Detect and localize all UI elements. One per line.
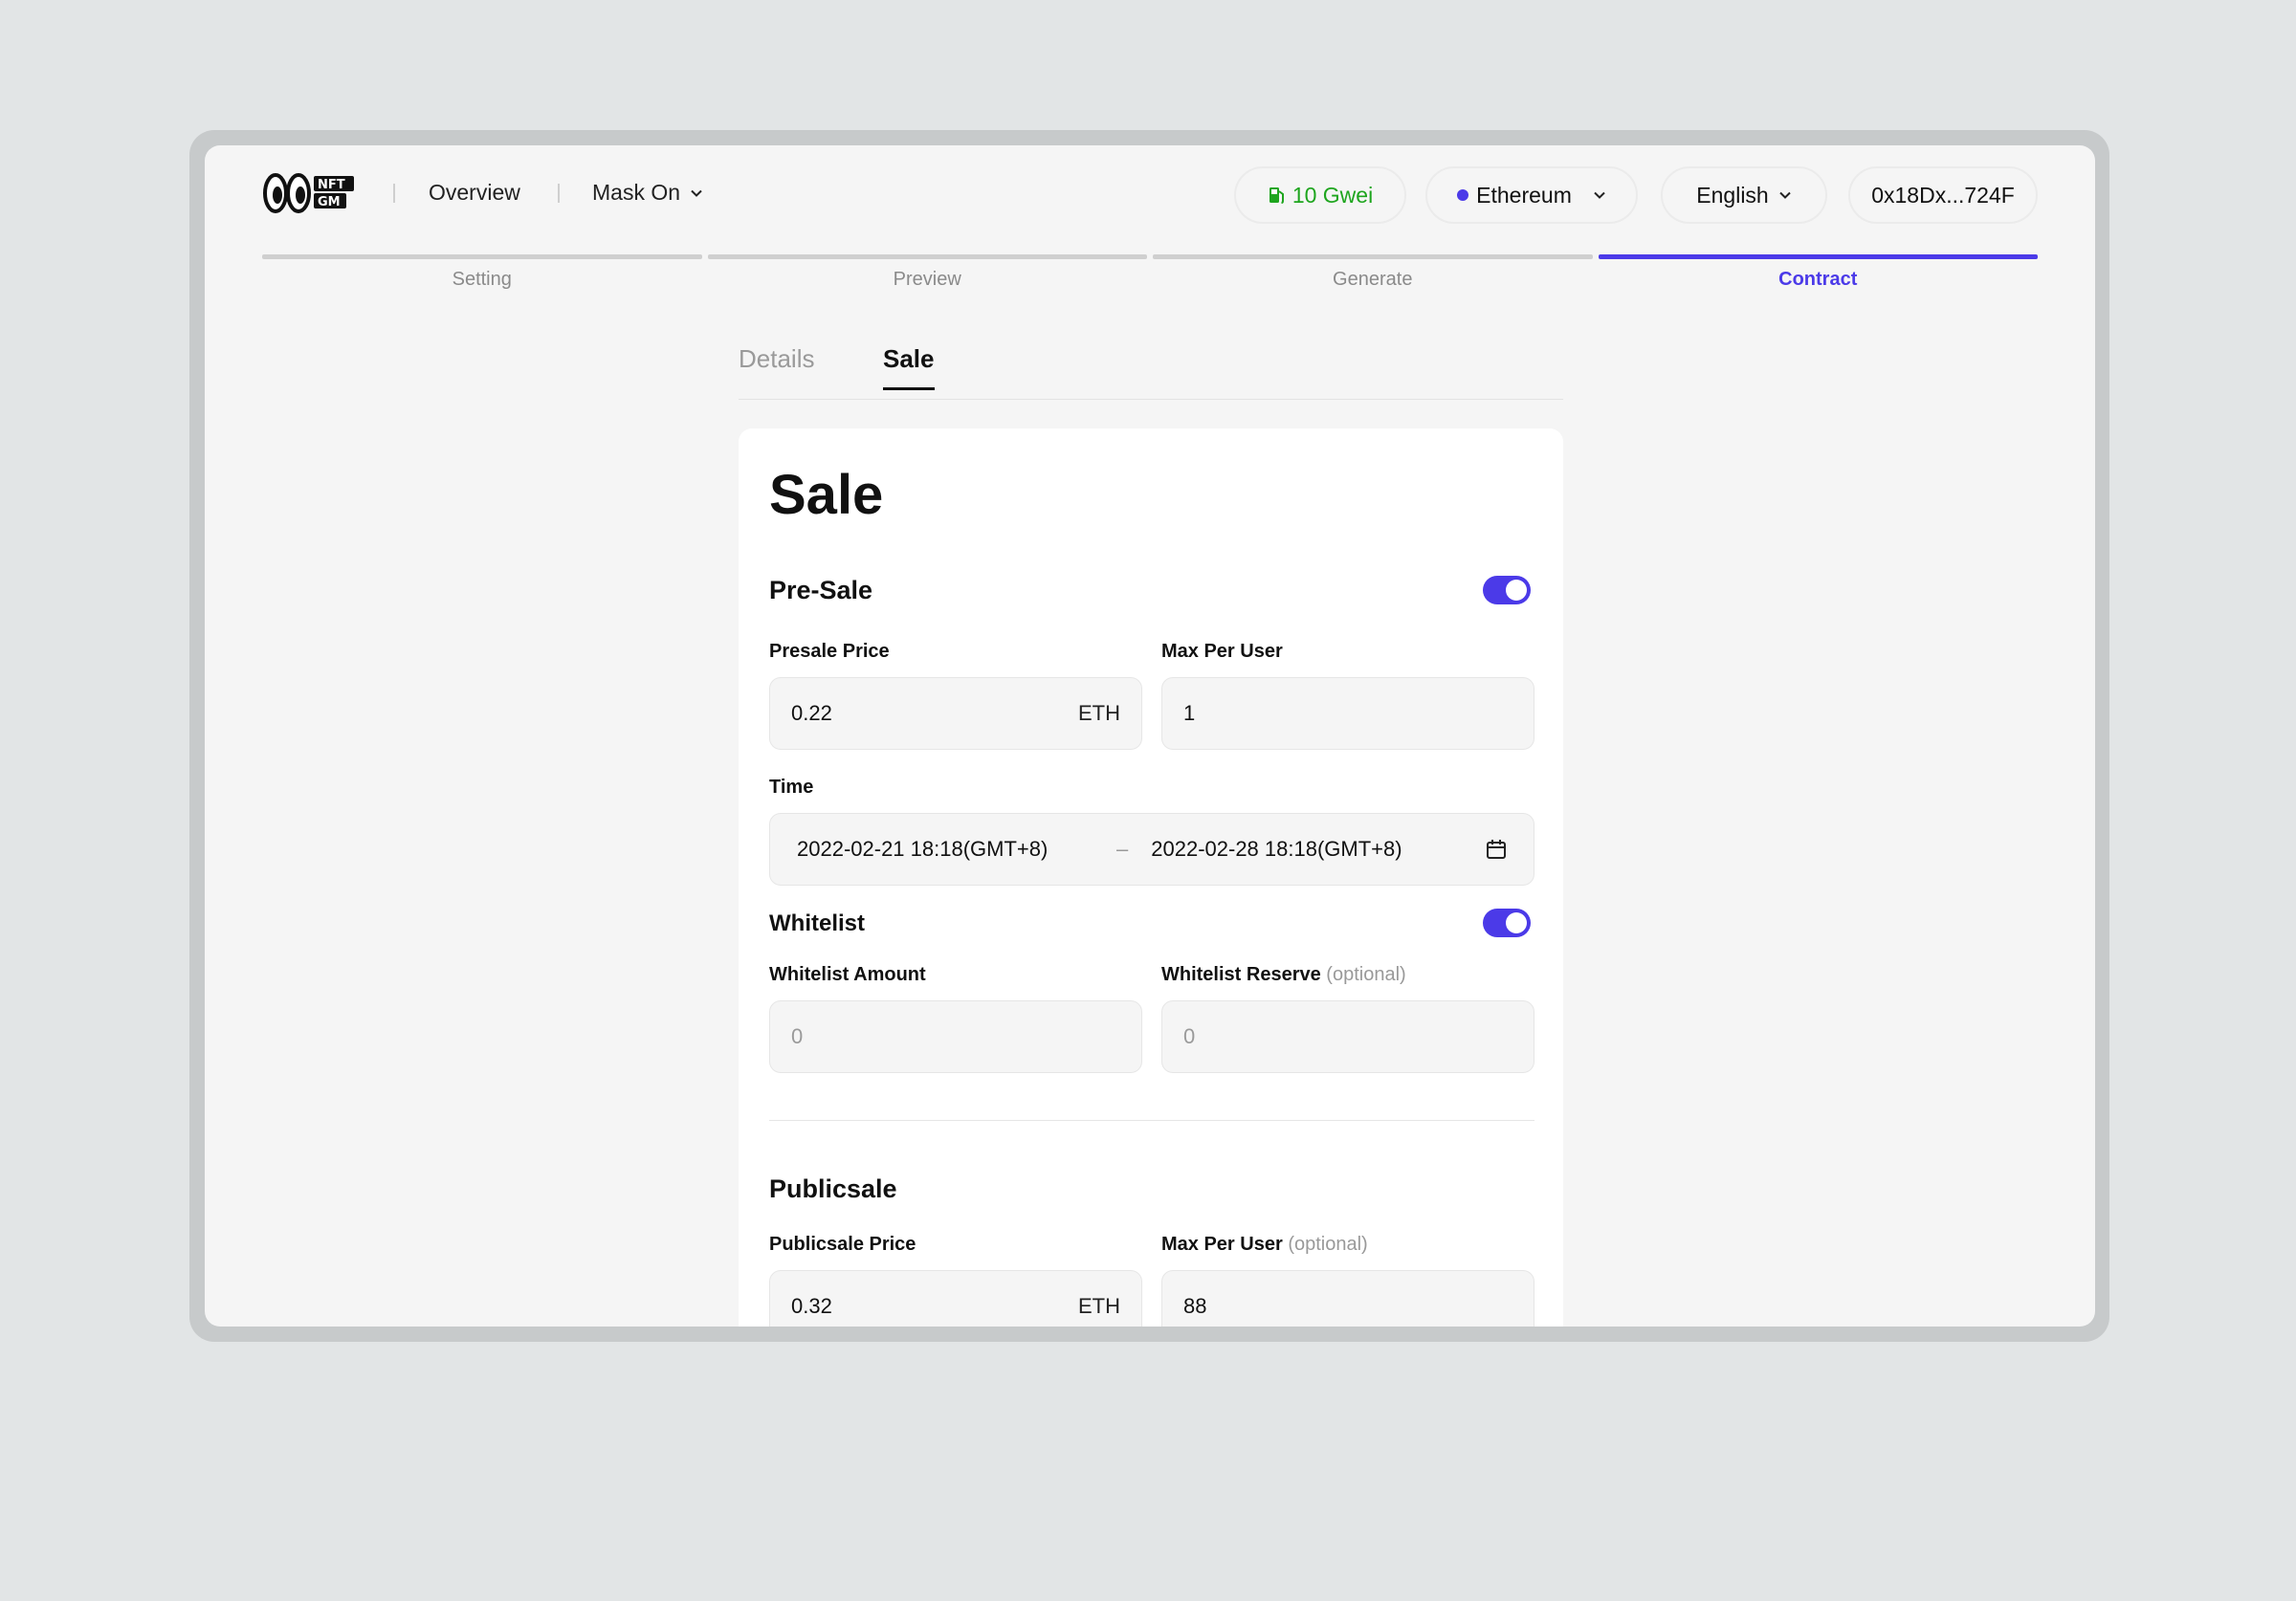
calendar-icon[interactable] (1486, 839, 1507, 860)
nav-mask-label: Mask On (592, 180, 681, 205)
svg-text:GM: GM (318, 195, 341, 209)
whitelist-reserve-input[interactable]: 0 (1161, 1000, 1534, 1073)
presale-toggle[interactable] (1483, 576, 1531, 604)
presale-price-label: Presale Price (769, 641, 890, 662)
presale-price-input[interactable]: 0.22 ETH (769, 677, 1142, 750)
language-selector[interactable]: English (1661, 166, 1827, 224)
card-title: Sale (769, 464, 884, 526)
whitelist-title: Whitelist (769, 910, 865, 936)
section-divider (769, 1120, 1534, 1121)
step-contract[interactable]: Contract (1598, 254, 2038, 291)
stepper: Setting Preview Generate Contract (262, 254, 2038, 291)
publicsale-price-value: 0.32 (791, 1294, 832, 1318)
whitelist-reserve-label: Whitelist Reserve (optional) (1161, 964, 1406, 986)
nav-overview[interactable]: Overview (429, 180, 520, 206)
nav-separator (558, 184, 560, 203)
presale-time-start: 2022-02-21 18:18(GMT+8) (797, 837, 1049, 861)
step-setting[interactable]: Setting (262, 254, 702, 291)
presale-title: Pre-Sale (769, 576, 873, 604)
chevron-down-icon (1594, 191, 1605, 199)
publicsale-max-input[interactable]: 88 (1161, 1270, 1534, 1327)
optional-hint: (optional) (1288, 1234, 1368, 1255)
contract-tabs: Details Sale (739, 344, 1563, 400)
chevron-down-icon (1779, 191, 1791, 199)
step-preview[interactable]: Preview (707, 254, 1147, 291)
time-range-separator: – (1116, 837, 1129, 861)
presale-price-unit: ETH (1078, 701, 1120, 725)
whitelist-reserve-label-text: Whitelist Reserve (1161, 964, 1321, 985)
presale-time-end: 2022-02-28 18:18(GMT+8) (1151, 837, 1402, 861)
whitelist-amount-label: Whitelist Amount (769, 964, 926, 985)
whitelist-reserve-placeholder: 0 (1183, 1024, 1196, 1048)
publicsale-max-label: Max Per User (optional) (1161, 1234, 1368, 1256)
nav-separator (393, 184, 395, 203)
sale-card: Sale Pre-Sale Presale Price Max Per User… (739, 428, 1563, 1327)
step-bar (707, 254, 1147, 259)
presale-max-value: 1 (1183, 701, 1196, 725)
whitelist-toggle[interactable] (1483, 909, 1531, 937)
nav-mask-dropdown[interactable]: Mask On (592, 180, 703, 206)
presale-max-label: Max Per User (1161, 641, 1283, 662)
gas-price-label: 10 Gwei (1292, 182, 1374, 208)
presale-time-range-picker[interactable]: 2022-02-21 18:18(GMT+8) – 2022-02-28 18:… (769, 813, 1534, 886)
wallet-address-button[interactable]: 0x18Dx...724F (1848, 166, 2038, 224)
svg-text:NFT: NFT (318, 178, 345, 192)
publicsale-title: Publicsale (769, 1174, 897, 1203)
tab-sale[interactable]: Sale (883, 344, 935, 390)
chevron-down-icon (691, 189, 702, 197)
network-selector[interactable]: Ethereum (1425, 166, 1638, 224)
publicsale-max-value: 88 (1183, 1294, 1207, 1318)
presale-max-input[interactable]: 1 (1161, 677, 1534, 750)
step-bar (1598, 254, 2038, 259)
step-label: Setting (452, 269, 512, 290)
logo-icon[interactable]: NFT GM (262, 170, 358, 214)
network-label: Ethereum (1476, 182, 1572, 208)
publicsale-price-unit: ETH (1078, 1294, 1120, 1318)
presale-price-value: 0.22 (791, 701, 832, 725)
publicsale-price-label: Publicsale Price (769, 1234, 916, 1255)
step-label: Generate (1333, 269, 1413, 290)
app-window: NFT GM Overview Mask On 10 Gwei Ethereum… (205, 145, 2095, 1327)
step-label: Contract (1778, 269, 1858, 290)
whitelist-amount-placeholder: 0 (791, 1024, 804, 1048)
gas-pump-icon (1269, 187, 1284, 204)
step-generate[interactable]: Generate (1153, 254, 1593, 291)
step-bar (262, 254, 702, 259)
optional-hint: (optional) (1326, 964, 1406, 985)
publicsale-max-label-text: Max Per User (1161, 1234, 1283, 1255)
step-label: Preview (893, 269, 961, 290)
step-bar (1153, 254, 1593, 259)
whitelist-amount-input[interactable]: 0 (769, 1000, 1142, 1073)
tab-details[interactable]: Details (739, 344, 814, 387)
language-label: English (1696, 182, 1769, 208)
network-dot-icon (1457, 189, 1469, 201)
presale-time-label: Time (769, 777, 814, 798)
gas-price-button[interactable]: 10 Gwei (1234, 166, 1406, 224)
publicsale-price-input[interactable]: 0.32 ETH (769, 1270, 1142, 1327)
